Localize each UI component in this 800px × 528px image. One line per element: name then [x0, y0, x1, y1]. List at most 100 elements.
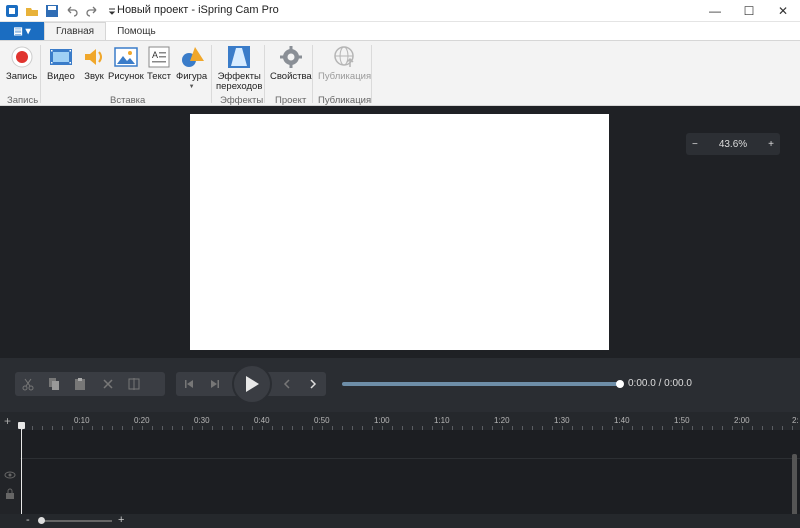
playhead-line — [21, 424, 22, 514]
ribbon-tabs: ▤ ▾ Главная Помощь — [0, 22, 800, 40]
open-folder-icon[interactable] — [24, 3, 40, 19]
properties-button[interactable]: Свойства — [270, 45, 312, 82]
ruler-label: 2: — [792, 416, 799, 425]
transitions-button[interactable]: Эффекты переходов — [216, 45, 262, 92]
group-label-effects: Эффекты — [220, 95, 264, 106]
text-button[interactable]: A Текст — [147, 45, 171, 82]
track-header — [0, 430, 20, 514]
svg-text:A: A — [152, 50, 158, 60]
properties-label: Свойства — [270, 71, 312, 82]
skip-to-start-icon[interactable] — [176, 372, 202, 396]
timeline-ruler[interactable]: + 0:10 0:20 0:30 0:40 0:50 1:00 1:10 1:2… — [0, 412, 800, 430]
ruler-label: 1:40 — [614, 416, 630, 425]
record-label: Запись — [6, 71, 38, 82]
timeline-zoom-slider[interactable] — [40, 520, 112, 522]
close-button[interactable]: ✕ — [766, 0, 800, 22]
zoom-value: 43.6% — [718, 138, 748, 150]
timeline-zoom-bar: - + — [0, 514, 800, 528]
ruler-label: 2:00 — [734, 416, 750, 425]
time-display: 0:00.0 / 0:00.0 — [628, 378, 692, 389]
zoom-control: − 43.6% + — [686, 133, 780, 155]
track-divider — [20, 458, 800, 459]
lock-icon[interactable] — [4, 488, 16, 500]
video-button[interactable]: Видео — [47, 45, 75, 82]
group-label-record: Запись — [7, 95, 39, 106]
group-label-project: Проект — [275, 95, 307, 106]
ruler-label: 0:40 — [254, 416, 270, 425]
group-label-insert: Вставка — [110, 95, 146, 106]
copy-icon[interactable] — [41, 372, 67, 396]
ruler-label: 1:20 — [494, 416, 510, 425]
progress-knob[interactable] — [616, 380, 624, 388]
app-window: Новый проект - iSpring Cam Pro — ☐ ✕ ▤ ▾… — [0, 0, 800, 528]
timeline: + 0:10 0:20 0:30 0:40 0:50 1:00 1:10 1:2… — [0, 412, 800, 528]
quick-access-toolbar — [0, 0, 124, 22]
next-icon[interactable] — [300, 372, 326, 396]
ruler-label: 1:50 — [674, 416, 690, 425]
audio-button[interactable]: Звук — [82, 45, 106, 82]
ribbon: Запись Видео Звук Рисунок A Текст Фигура… — [0, 40, 800, 106]
tab-home[interactable]: Главная — [44, 22, 107, 40]
paste-icon[interactable] — [67, 372, 93, 396]
add-track-button[interactable]: + — [4, 414, 11, 428]
video-label: Видео — [47, 71, 75, 82]
window-title: Новый проект - iSpring Cam Pro — [117, 4, 279, 16]
group-separator — [264, 45, 265, 103]
ruler-label: 0:30 — [194, 416, 210, 425]
timeline-zoom-out[interactable]: - — [26, 514, 30, 526]
group-separator — [371, 45, 372, 103]
chevron-down-icon: ▼ — [188, 84, 195, 90]
preview-area: − 43.6% + — [0, 107, 800, 358]
app-logo-icon — [4, 3, 20, 19]
group-separator — [40, 45, 41, 103]
globe-icon — [333, 45, 357, 69]
record-button[interactable]: Запись — [6, 45, 37, 82]
shape-label: Фигура — [176, 71, 208, 82]
zoom-in-button[interactable]: + — [768, 139, 774, 150]
minimize-button[interactable]: — — [698, 0, 732, 22]
ruler-label: 1:10 — [434, 416, 450, 425]
slide-canvas[interactable] — [190, 114, 609, 350]
audio-label: Звук — [84, 71, 104, 82]
picture-button[interactable]: Рисунок — [108, 45, 144, 82]
previous-icon[interactable] — [274, 372, 300, 396]
maximize-button[interactable]: ☐ — [732, 0, 766, 22]
playhead-handle[interactable] — [18, 422, 25, 429]
cut-icon[interactable] — [15, 372, 41, 396]
publish-button[interactable]: Публикация — [318, 45, 371, 82]
eye-icon[interactable] — [4, 470, 16, 480]
split-icon[interactable] — [121, 372, 147, 396]
play-button[interactable] — [232, 364, 272, 404]
ruler-label: 1:00 — [374, 416, 390, 425]
ruler-label: 0:20 — [134, 416, 150, 425]
title-bar: Новый проект - iSpring Cam Pro — ☐ ✕ — [0, 0, 800, 22]
play-icon — [246, 376, 259, 392]
ruler-label: 0:50 — [314, 416, 330, 425]
image-icon — [114, 45, 138, 69]
save-icon[interactable] — [44, 3, 60, 19]
progress-track[interactable] — [342, 382, 620, 386]
text-icon: A — [147, 45, 171, 69]
timeline-zoom-in[interactable]: + — [118, 514, 124, 526]
shape-button[interactable]: Фигура ▼ — [176, 45, 207, 92]
group-label-publish: Публикация — [318, 95, 372, 106]
window-controls: — ☐ ✕ — [698, 0, 800, 22]
transition-icon — [227, 45, 251, 69]
edit-tools-group — [15, 372, 165, 396]
group-separator — [312, 45, 313, 103]
film-icon — [49, 45, 73, 69]
skip-to-end-icon[interactable] — [202, 372, 228, 396]
tab-help[interactable]: Помощь — [106, 22, 167, 40]
zoom-out-button[interactable]: − — [692, 139, 698, 150]
publish-label: Публикация — [318, 71, 372, 82]
file-menu-button[interactable]: ▤ ▾ — [0, 22, 44, 40]
timeline-scrollbar[interactable] — [792, 454, 797, 516]
redo-icon[interactable] — [84, 3, 100, 19]
delete-icon[interactable] — [95, 372, 121, 396]
ruler-label: 0:10 — [74, 416, 90, 425]
record-icon — [10, 45, 34, 69]
undo-icon[interactable] — [64, 3, 80, 19]
speaker-icon — [82, 45, 106, 69]
text-label: Текст — [147, 71, 171, 82]
timeline-zoom-knob[interactable] — [38, 517, 45, 524]
